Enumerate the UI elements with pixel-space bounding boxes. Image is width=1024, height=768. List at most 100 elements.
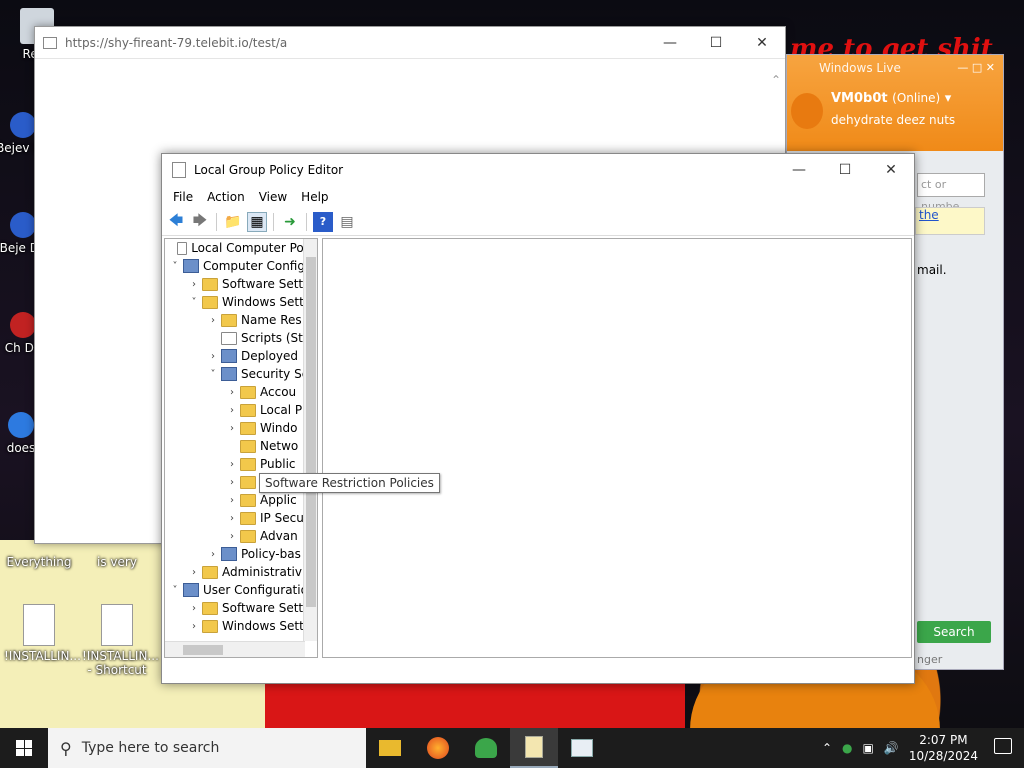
- desktop-icon-installing-shortcut[interactable]: !INSTALLIN... - Shortcut: [82, 604, 159, 677]
- chevron-down-icon[interactable]: ˅: [205, 369, 221, 380]
- tree-node[interactable]: › Policy-bas: [165, 545, 317, 563]
- tree-node[interactable]: ˅ Windows Sett: [165, 293, 317, 311]
- show-hide-tree-icon[interactable]: ▦: [247, 211, 267, 232]
- gpedit-taskbar[interactable]: [510, 728, 558, 768]
- tree-node[interactable]: › Name Res: [165, 311, 317, 329]
- tree-node-label: Applic: [260, 493, 297, 507]
- tree-node[interactable]: Scripts (Sta: [165, 329, 317, 347]
- chevron-right-icon[interactable]: ›: [224, 495, 240, 506]
- tree-node[interactable]: › Deployed: [165, 347, 317, 365]
- chevron-right-icon[interactable]: ›: [205, 351, 221, 362]
- chevron-right-icon[interactable]: ›: [186, 567, 202, 578]
- tree-node[interactable]: › Local P: [165, 401, 317, 419]
- chevron-down-icon[interactable]: ˅: [167, 585, 183, 596]
- horizontal-scrollbar[interactable]: [165, 641, 305, 657]
- chevron-up-icon[interactable]: ⌃: [822, 741, 832, 755]
- messenger-window-controls[interactable]: — □ ✕: [957, 61, 995, 74]
- window-icon: [571, 739, 593, 757]
- tree-node[interactable]: › Software Setti: [165, 599, 317, 617]
- folder-icon: [240, 475, 256, 489]
- tooltip: Software Restriction Policies: [259, 473, 440, 493]
- notification-icon[interactable]: [994, 738, 1012, 754]
- menu-view[interactable]: View: [252, 190, 294, 204]
- tree-node-label: Software Setti: [222, 601, 307, 615]
- minimize-button[interactable]: —: [776, 162, 822, 178]
- properties-icon[interactable]: ▤: [337, 212, 357, 232]
- chevron-down-icon[interactable]: ˅: [186, 297, 202, 308]
- info-link[interactable]: the: [915, 207, 985, 235]
- tree-node[interactable]: › Advan: [165, 527, 317, 545]
- tree-node[interactable]: › Public: [165, 455, 317, 473]
- messenger-tray-icon[interactable]: ●: [842, 741, 852, 755]
- folder-icon: [221, 313, 237, 327]
- chevron-right-icon[interactable]: ›: [205, 549, 221, 560]
- tree-node[interactable]: ˅ Security Se: [165, 365, 317, 383]
- help-icon[interactable]: ?: [313, 211, 333, 232]
- app-taskbar[interactable]: [558, 728, 606, 768]
- menu-action[interactable]: Action: [200, 190, 252, 204]
- forward-icon[interactable]: 🡆: [190, 212, 210, 232]
- browser-url: https://shy-fireant-79.telebit.io/test/a: [65, 35, 288, 50]
- back-icon[interactable]: 🡄: [166, 212, 186, 232]
- tree-node[interactable]: › Windo: [165, 419, 317, 437]
- browser-titlebar: https://shy-fireant-79.telebit.io/test/a…: [35, 27, 785, 59]
- footer-text: nger: [917, 653, 943, 666]
- maximize-button[interactable]: ☐: [693, 35, 739, 51]
- tree-node[interactable]: › Applic: [165, 491, 317, 509]
- messenger-taskbar[interactable]: [462, 728, 510, 768]
- messenger-header: Windows Live — □ ✕ VM0b0t (Online) ▾ deh…: [787, 55, 1003, 151]
- clock[interactable]: 2:07 PM 10/28/2024: [909, 732, 978, 764]
- export-list-icon[interactable]: ➜: [280, 212, 300, 232]
- chevron-right-icon[interactable]: ›: [224, 423, 240, 434]
- chevron-right-icon[interactable]: ›: [205, 315, 221, 326]
- system-tray: ⌃ ● ▣ 🔊 2:07 PM 10/28/2024: [822, 728, 978, 768]
- search-button[interactable]: Search: [917, 621, 991, 643]
- contact-search-input[interactable]: ct or numbe: [917, 173, 985, 213]
- tree-node[interactable]: Netwo: [165, 437, 317, 455]
- user-status[interactable]: VM0b0t (Online) ▾: [831, 91, 951, 106]
- file-explorer-taskbar[interactable]: [366, 728, 414, 768]
- detail-pane[interactable]: [322, 238, 912, 658]
- tree-node[interactable]: ˅ User Configuratio: [165, 581, 317, 599]
- messenger-title: Windows Live: [819, 61, 901, 75]
- chevron-right-icon[interactable]: ›: [224, 405, 240, 416]
- chevron-right-icon[interactable]: ›: [224, 513, 240, 524]
- avatar[interactable]: [791, 93, 823, 129]
- chevron-right-icon[interactable]: ›: [224, 387, 240, 398]
- up-folder-icon[interactable]: 📁: [223, 212, 243, 232]
- gpedit-titlebar: Local Group Policy Editor — ☐ ✕: [162, 154, 914, 186]
- network-icon[interactable]: ▣: [863, 741, 874, 755]
- tree-node[interactable]: ˅ Computer Config: [165, 257, 317, 275]
- chevron-right-icon[interactable]: ›: [224, 477, 240, 488]
- chevron-right-icon[interactable]: ›: [186, 279, 202, 290]
- chevron-right-icon[interactable]: ›: [224, 531, 240, 542]
- tree-node[interactable]: Local Computer Polic: [165, 239, 317, 257]
- firefox-taskbar[interactable]: [414, 728, 462, 768]
- start-button[interactable]: [0, 728, 48, 768]
- chevron-down-icon[interactable]: ˅: [167, 261, 183, 272]
- chevron-right-icon[interactable]: ›: [186, 621, 202, 632]
- scroll-up-icon[interactable]: ⌃: [771, 73, 781, 87]
- menu-help[interactable]: Help: [294, 190, 335, 204]
- desktop-icon-installing[interactable]: !INSTALLIN...: [4, 604, 81, 663]
- close-button[interactable]: ✕: [868, 162, 914, 178]
- tree-node[interactable]: › Windows Sett: [165, 617, 317, 635]
- tree-node-label: Security Se: [241, 367, 310, 381]
- navigation-tree[interactable]: Local Computer Polic ˅ Computer Config › Sof…: [164, 238, 318, 658]
- tree-node[interactable]: › Software Setti: [165, 275, 317, 293]
- tree-node[interactable]: › Administrativ: [165, 563, 317, 581]
- personal-message[interactable]: dehydrate deez nuts: [831, 113, 955, 127]
- vertical-scrollbar[interactable]: [303, 239, 317, 641]
- tree-node[interactable]: › Accou: [165, 383, 317, 401]
- tree-node[interactable]: › IP Secu: [165, 509, 317, 527]
- chevron-right-icon[interactable]: ›: [224, 459, 240, 470]
- chevron-right-icon[interactable]: ›: [186, 603, 202, 614]
- menu-file[interactable]: File: [166, 190, 200, 204]
- minimize-button[interactable]: —: [647, 35, 693, 51]
- taskbar-search[interactable]: ⚲ Type here to search: [48, 728, 366, 768]
- group-policy-editor-window[interactable]: Local Group Policy Editor — ☐ ✕ File Act…: [161, 153, 915, 684]
- close-button[interactable]: ✕: [739, 35, 785, 51]
- tree-node-label: Software Setti: [222, 277, 307, 291]
- maximize-button[interactable]: ☐: [822, 162, 868, 178]
- volume-icon[interactable]: 🔊: [884, 741, 899, 755]
